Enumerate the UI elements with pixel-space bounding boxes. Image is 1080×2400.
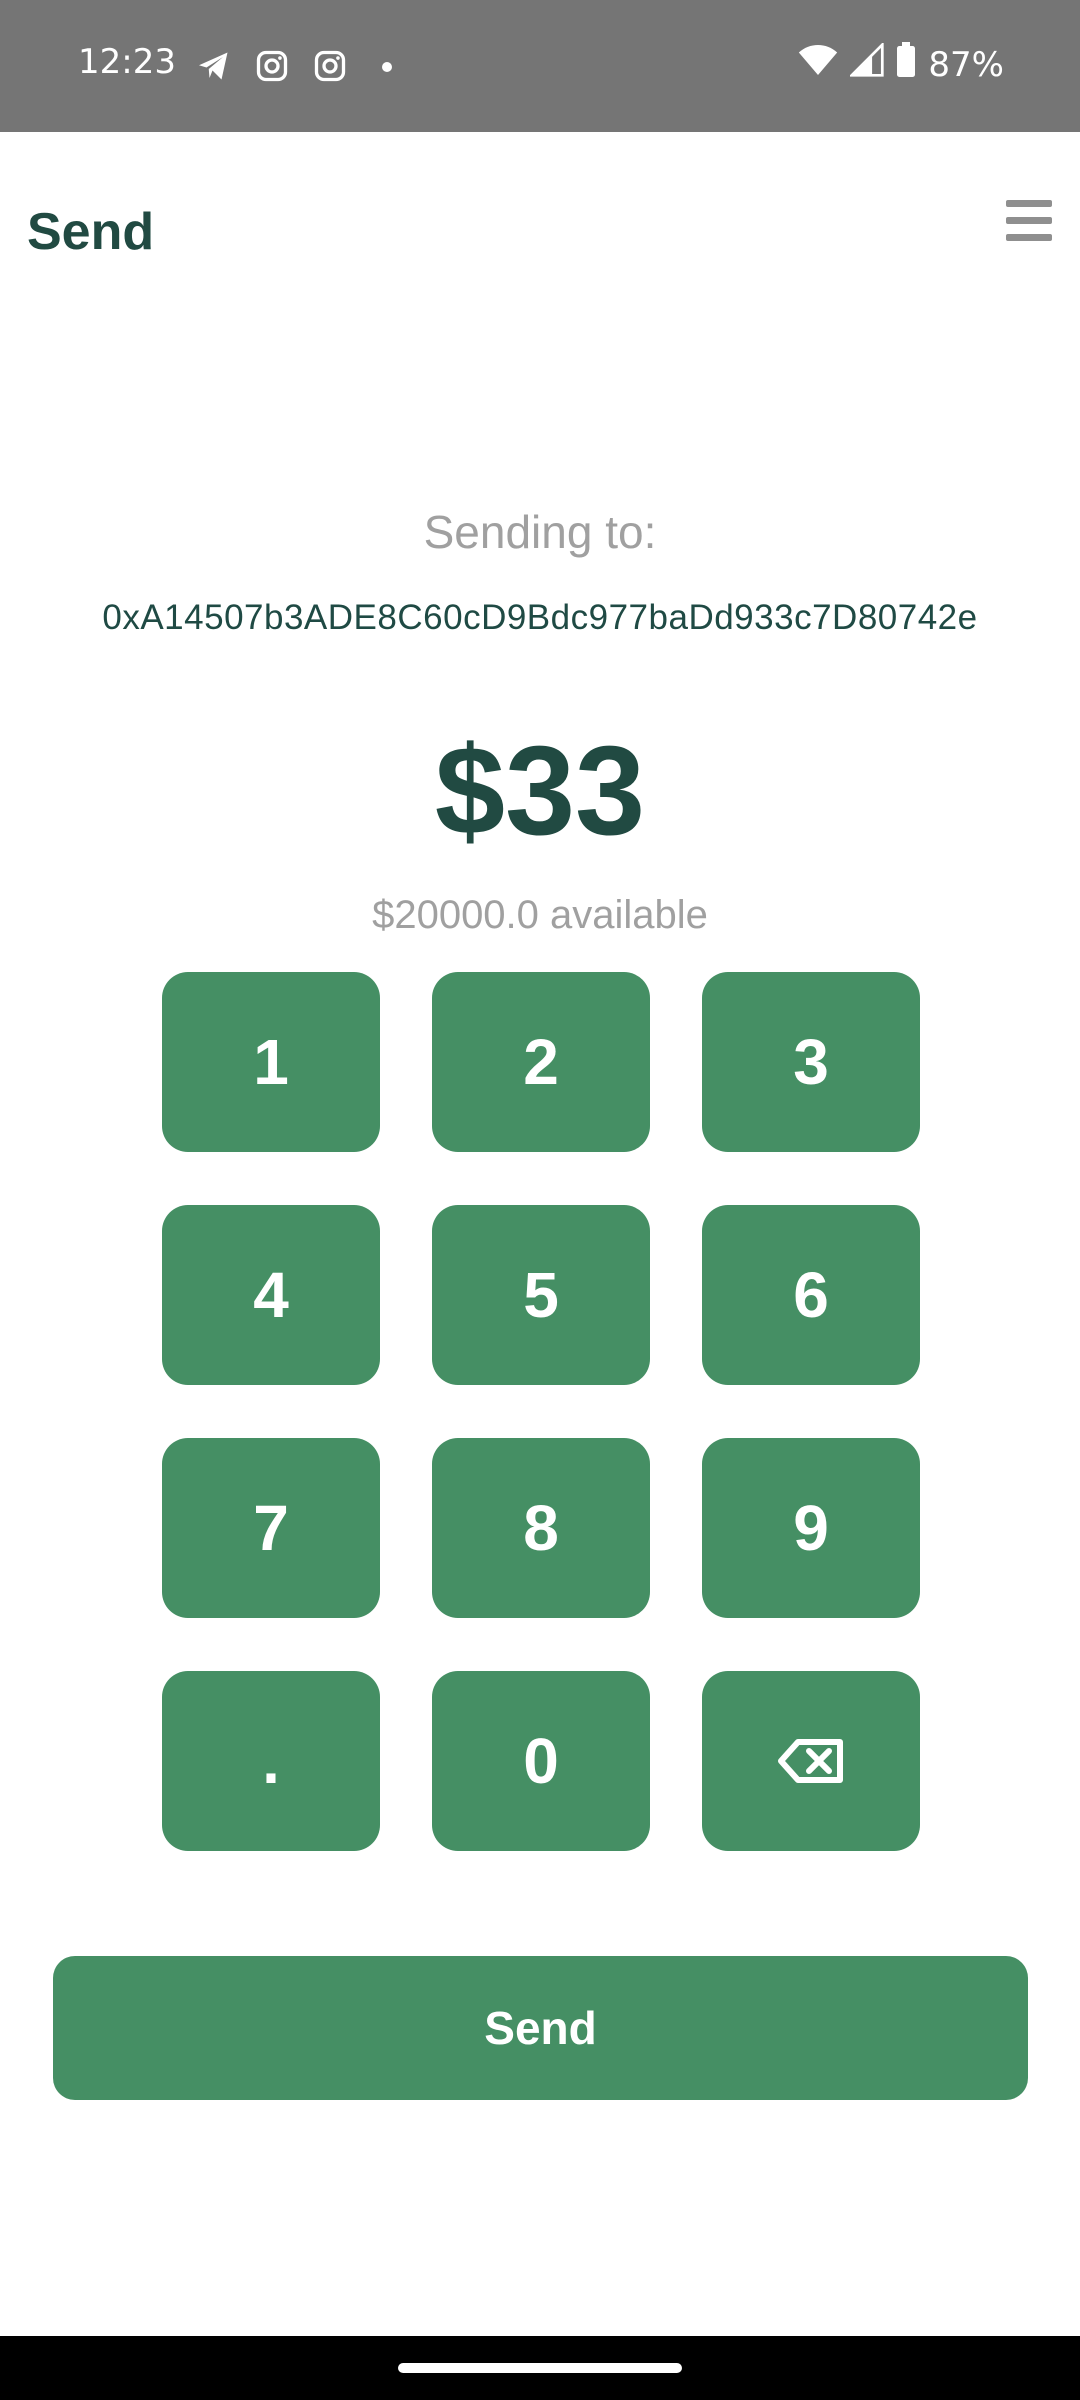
hamburger-menu-icon[interactable] — [1006, 200, 1056, 244]
keypad-key-2[interactable]: 2 — [432, 972, 650, 1152]
keypad-key-0[interactable]: 0 — [432, 1671, 650, 1851]
keypad-key-3[interactable]: 3 — [702, 972, 920, 1152]
amount-display: $33 — [434, 720, 646, 861]
app-header: Send — [0, 132, 1080, 312]
keypad-key-4[interactable]: 4 — [162, 1205, 380, 1385]
status-right: 87% — [798, 41, 1004, 87]
numeric-keypad: 1 2 3 4 5 6 7 8 9 . 0 — [162, 972, 920, 1852]
recipient-address: 0xA14507b3ADE8C60cD9Bdc977baDd933c7D8074… — [102, 598, 978, 637]
send-button[interactable]: Send — [53, 1956, 1028, 2100]
home-gesture-handle[interactable] — [398, 2363, 682, 2373]
page-title: Send — [27, 203, 155, 261]
keypad-key-7[interactable]: 7 — [162, 1438, 380, 1618]
keypad-key-5[interactable]: 5 — [432, 1205, 650, 1385]
instagram-icon — [312, 48, 348, 84]
sending-to-label: Sending to: — [423, 506, 657, 558]
telegram-icon — [196, 48, 232, 84]
keypad-key-decimal[interactable]: . — [162, 1671, 380, 1851]
battery-percent: 87% — [928, 44, 1004, 85]
keypad-backspace-button[interactable] — [702, 1671, 920, 1851]
keypad-key-6[interactable]: 6 — [702, 1205, 920, 1385]
keypad-key-8[interactable]: 8 — [432, 1438, 650, 1618]
wifi-icon — [798, 43, 838, 86]
more-notifications-dot — [382, 62, 392, 72]
backspace-icon — [778, 1724, 844, 1798]
cell-signal-icon — [848, 41, 885, 86]
keypad-key-9[interactable]: 9 — [702, 1438, 920, 1618]
status-bar: 12:23 87% — [0, 0, 1080, 132]
battery-icon — [896, 42, 916, 87]
available-balance: $20000.0 available — [372, 893, 708, 937]
instagram-icon — [254, 48, 290, 84]
status-time: 12:23 — [78, 42, 176, 82]
system-navigation-bar — [0, 2336, 1080, 2400]
keypad-key-1[interactable]: 1 — [162, 972, 380, 1152]
